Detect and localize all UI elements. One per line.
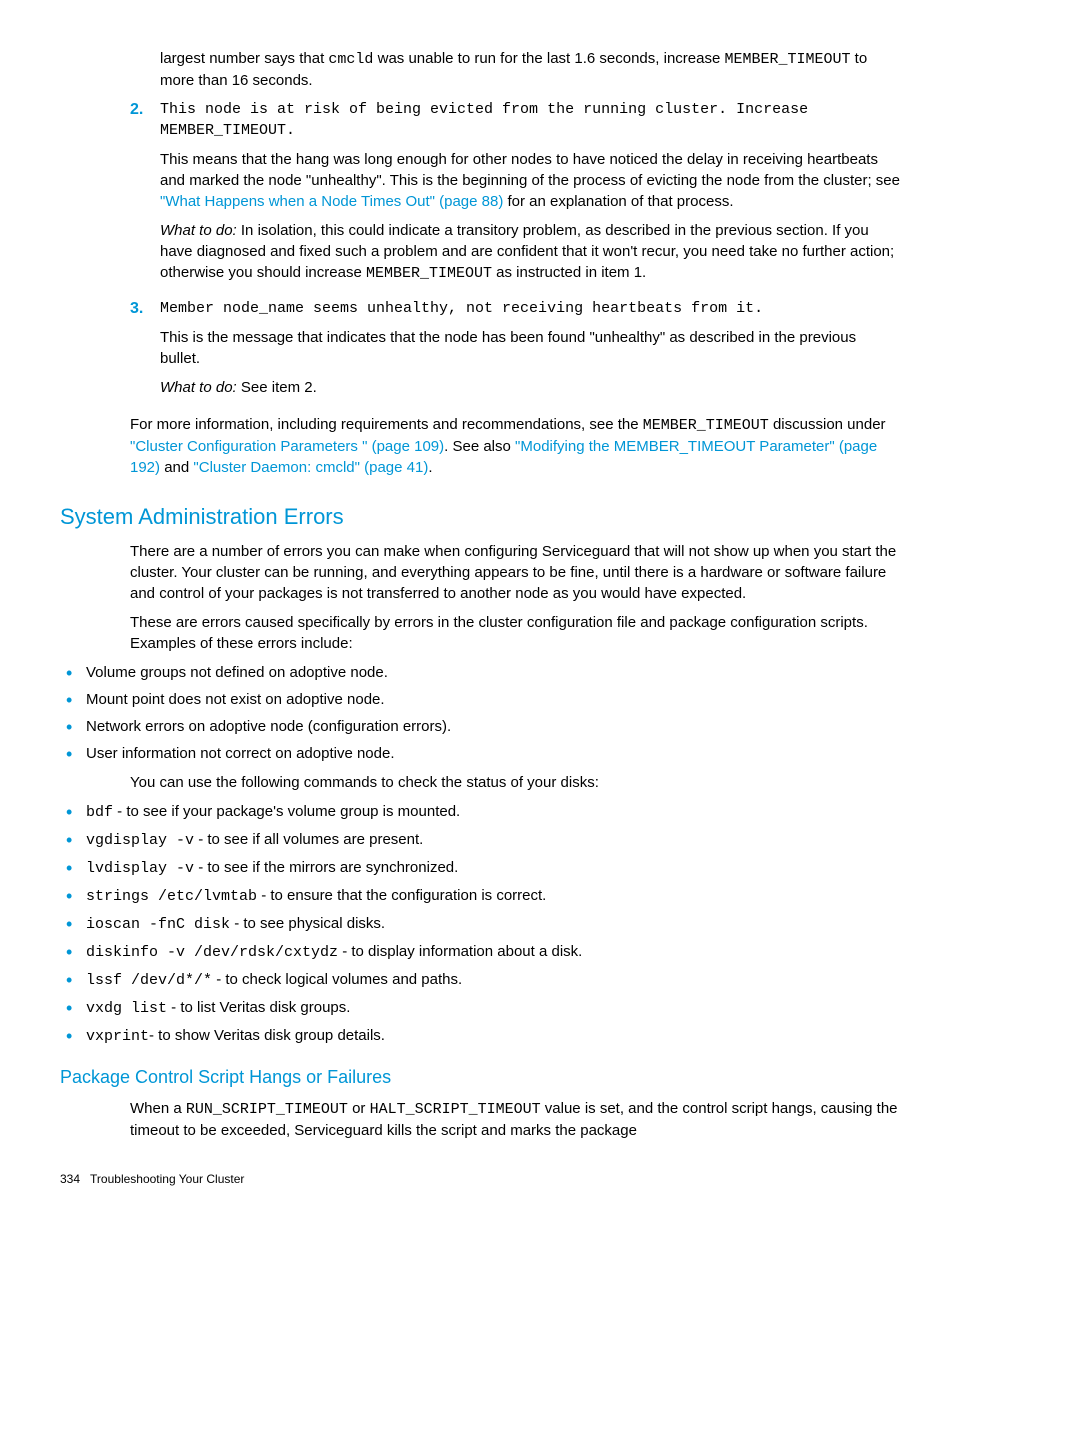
page-number: 334 bbox=[60, 1172, 80, 1186]
list-item: Mount point does not exist on adoptive n… bbox=[60, 689, 900, 710]
command-desc: - to check logical volumes and paths. bbox=[212, 971, 462, 988]
section-heading-system-admin-errors: System Administration Errors bbox=[60, 502, 900, 533]
command-desc: - to see physical disks. bbox=[230, 915, 385, 932]
command-desc: - to see if all volumes are present. bbox=[194, 831, 423, 848]
subsection-heading-package-control: Package Control Script Hangs or Failures bbox=[60, 1065, 900, 1090]
intro-paragraph: largest number says that cmcld was unabl… bbox=[160, 48, 900, 91]
command-code: ioscan -fnC disk bbox=[86, 916, 230, 933]
command-desc: - to list Veritas disk groups. bbox=[167, 999, 350, 1016]
text: This means that the hang was long enough… bbox=[160, 151, 900, 189]
paragraph: When a RUN_SCRIPT_TIMEOUT or HALT_SCRIPT… bbox=[130, 1098, 900, 1141]
command-code: lssf /dev/d*/* bbox=[86, 972, 212, 989]
list-item: vxdg list - to list Veritas disk groups. bbox=[60, 997, 900, 1019]
code-member-timeout: MEMBER_TIMEOUT bbox=[724, 51, 850, 68]
command-code: vxprint bbox=[86, 1028, 149, 1045]
what-to-do: What to do: See item 2. bbox=[160, 377, 900, 398]
list-item: lssf /dev/d*/* - to check logical volume… bbox=[60, 969, 900, 991]
code-cmcld: cmcld bbox=[328, 51, 373, 68]
footer-title: Troubleshooting Your Cluster bbox=[90, 1172, 244, 1186]
command-desc: - to ensure that the configuration is co… bbox=[257, 887, 546, 904]
page-footer: 334 Troubleshooting Your Cluster bbox=[60, 1171, 900, 1188]
list-item: strings /etc/lvmtab - to ensure that the… bbox=[60, 885, 900, 907]
link-cluster-config-params[interactable]: "Cluster Configuration Parameters " (pag… bbox=[130, 438, 444, 455]
command-code: strings /etc/lvmtab bbox=[86, 888, 257, 905]
more-info-paragraph: For more information, including requirem… bbox=[130, 414, 900, 478]
text: and bbox=[160, 459, 193, 476]
numbered-item-3: 3. Member node_name seems unhealthy, not… bbox=[130, 298, 900, 406]
list-item: vgdisplay -v - to see if all volumes are… bbox=[60, 829, 900, 851]
code-block: Member node_name seems unhealthy, not re… bbox=[160, 298, 900, 319]
link-cluster-daemon-cmcld[interactable]: "Cluster Daemon: cmcld" (page 41) bbox=[193, 459, 428, 476]
command-code: vgdisplay -v bbox=[86, 832, 194, 849]
list-item: ioscan -fnC disk - to see physical disks… bbox=[60, 913, 900, 935]
text: . bbox=[428, 459, 432, 476]
code-member-timeout: MEMBER_TIMEOUT bbox=[366, 265, 492, 282]
text: largest number says that bbox=[160, 50, 328, 67]
command-desc: - to see if your package's volume group … bbox=[113, 803, 460, 820]
command-code: vxdg list bbox=[86, 1000, 167, 1017]
error-examples-list: Volume groups not defined on adoptive no… bbox=[60, 662, 900, 764]
wtd-label: What to do: bbox=[160, 222, 237, 239]
code-block: This node is at risk of being evicted fr… bbox=[160, 99, 900, 141]
paragraph: These are errors caused specifically by … bbox=[130, 612, 900, 654]
command-code: diskinfo -v /dev/rdsk/cxtydz bbox=[86, 944, 338, 961]
command-desc: - to see if the mirrors are synchronized… bbox=[194, 859, 458, 876]
paragraph: This means that the hang was long enough… bbox=[160, 149, 900, 212]
list-item: Volume groups not defined on adoptive no… bbox=[60, 662, 900, 683]
commands-list: bdf - to see if your package's volume gr… bbox=[60, 801, 900, 1047]
command-desc: - to display information about a disk. bbox=[338, 943, 582, 960]
item-number: 2. bbox=[130, 99, 160, 292]
wtd-label: What to do: bbox=[160, 379, 237, 396]
text: was unable to run for the last 1.6 secon… bbox=[373, 50, 724, 67]
command-code: bdf bbox=[86, 804, 113, 821]
paragraph: You can use the following commands to ch… bbox=[130, 772, 900, 793]
command-code: lvdisplay -v bbox=[86, 860, 194, 877]
link-node-times-out[interactable]: "What Happens when a Node Times Out" (pa… bbox=[160, 193, 503, 210]
paragraph: There are a number of errors you can mak… bbox=[130, 541, 900, 604]
code-member-timeout: MEMBER_TIMEOUT bbox=[643, 417, 769, 434]
text: for an explanation of that process. bbox=[503, 193, 733, 210]
text: . See also bbox=[444, 438, 515, 455]
paragraph: This is the message that indicates that … bbox=[160, 327, 900, 369]
list-item: bdf - to see if your package's volume gr… bbox=[60, 801, 900, 823]
list-item: lvdisplay -v - to see if the mirrors are… bbox=[60, 857, 900, 879]
list-item: diskinfo -v /dev/rdsk/cxtydz - to displa… bbox=[60, 941, 900, 963]
code-run-script-timeout: RUN_SCRIPT_TIMEOUT bbox=[186, 1101, 348, 1118]
list-item: Network errors on adoptive node (configu… bbox=[60, 716, 900, 737]
code-halt-script-timeout: HALT_SCRIPT_TIMEOUT bbox=[370, 1101, 541, 1118]
list-item: vxprint- to show Veritas disk group deta… bbox=[60, 1025, 900, 1047]
list-item: User information not correct on adoptive… bbox=[60, 743, 900, 764]
item-number: 3. bbox=[130, 298, 160, 406]
text: discussion under bbox=[769, 416, 886, 433]
command-desc: - to show Veritas disk group details. bbox=[149, 1027, 385, 1044]
text: See item 2. bbox=[237, 379, 317, 396]
text: as instructed in item 1. bbox=[492, 264, 646, 281]
numbered-item-2: 2. This node is at risk of being evicted… bbox=[130, 99, 900, 292]
text: or bbox=[348, 1100, 370, 1117]
text: For more information, including requirem… bbox=[130, 416, 643, 433]
what-to-do: What to do: In isolation, this could ind… bbox=[160, 220, 900, 284]
text: When a bbox=[130, 1100, 186, 1117]
